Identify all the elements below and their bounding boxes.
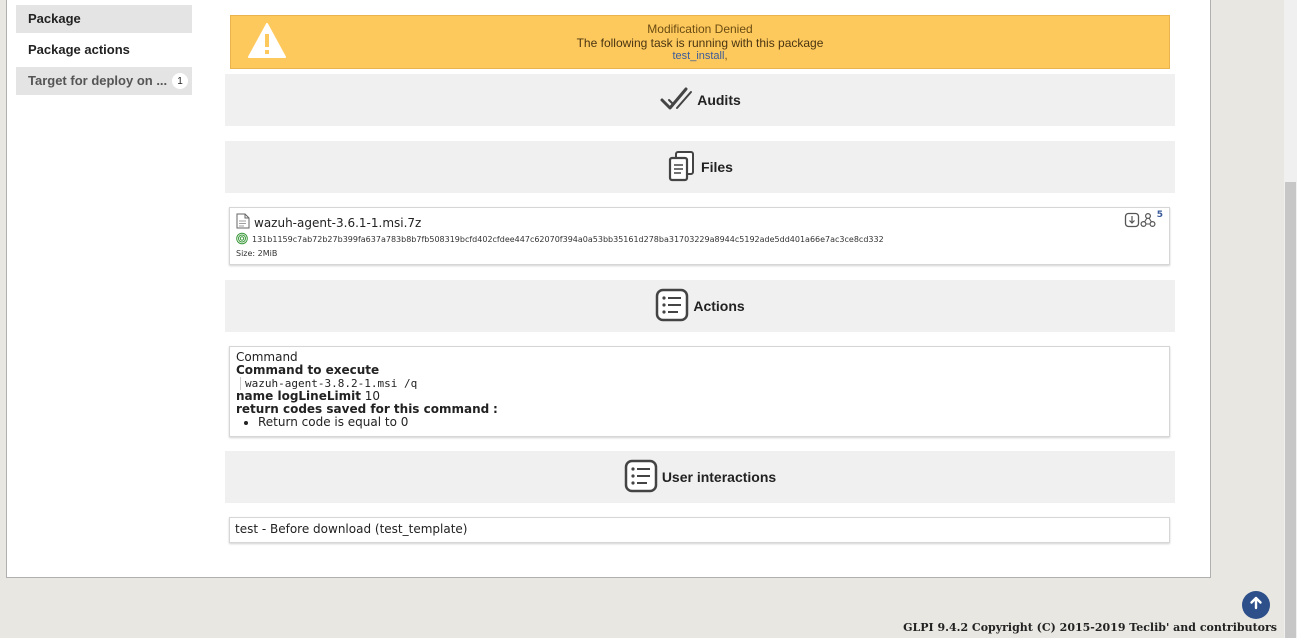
file-name: wazuh-agent-3.6.1-1.msi.7z <box>254 215 422 230</box>
file-hash-row: 131b1159c7ab72b27b399fa637a783b8b7fb5083… <box>236 232 884 247</box>
section-audits[interactable]: Audits <box>225 74 1175 126</box>
return-codes-colon: : <box>493 402 498 416</box>
page-scrollbar-thumb[interactable] <box>1285 182 1296 638</box>
tab-target-for-deploy[interactable]: Target for deploy on ... 1 <box>16 67 192 95</box>
list-icon <box>655 288 693 325</box>
section-user-interactions-title: User interactions <box>661 469 777 485</box>
section-actions-title: Actions <box>693 298 745 314</box>
arrow-up-icon <box>1248 595 1264 615</box>
file-size: Size: 2MiB <box>236 249 278 258</box>
user-interaction-text: test - Before download (test_template) <box>235 522 468 536</box>
log-line-limit-label: name logLineLimit <box>236 389 361 403</box>
banner-task-line: test_install, <box>231 50 1169 62</box>
return-codes-list: Return code is equal to 0 <box>236 416 1163 429</box>
tab-package-actions-label: Package actions <box>28 42 130 57</box>
section-files-title: Files <box>701 159 733 175</box>
task-link[interactable]: test_install <box>672 50 724 62</box>
log-line-limit-value: 10 <box>364 389 381 403</box>
tab-package-label: Package <box>28 11 81 26</box>
section-files[interactable]: Files <box>225 141 1175 193</box>
files-copy-icon <box>667 150 701 185</box>
mirror-count: 5 <box>1156 210 1163 220</box>
command-label: Command to execute <box>236 363 380 377</box>
tab-package[interactable]: Package <box>16 5 192 33</box>
file-icon <box>236 213 254 232</box>
check-double-icon <box>659 84 697 117</box>
upload-to-mirror-icon[interactable] <box>1124 212 1140 232</box>
section-audits-title: Audits <box>697 92 741 108</box>
list-item: Return code is equal to 0 <box>258 416 1163 429</box>
banner-message: The following task is running with this … <box>576 36 824 50</box>
target-count-badge: 1 <box>172 73 188 89</box>
user-interaction-card[interactable]: test - Before download (test_template) <box>229 517 1170 543</box>
return-codes-label: return codes saved for this command <box>236 402 490 416</box>
file-tools: 5 <box>1124 210 1163 232</box>
file-name-row: wazuh-agent-3.6.1-1.msi.7z <box>236 213 421 232</box>
tab-package-actions[interactable]: Package actions <box>16 36 192 64</box>
file-card[interactable]: wazuh-agent-3.6.1-1.msi.7z 131b1159c7ab7… <box>229 207 1170 265</box>
section-actions[interactable]: Actions <box>225 280 1175 332</box>
p2p-share-icon[interactable] <box>1140 212 1156 232</box>
fingerprint-icon <box>236 232 252 247</box>
scroll-to-top-button[interactable] <box>1242 591 1270 619</box>
list-icon <box>624 459 662 496</box>
tab-target-label: Target for deploy on ... <box>28 73 168 88</box>
section-user-interactions[interactable]: User interactions <box>225 451 1175 503</box>
file-sha512: 131b1159c7ab72b27b399fa637a783b8b7fb5083… <box>252 235 884 244</box>
banner-title: Modification Denied <box>647 22 753 36</box>
footer-copyright: GLPI 9.4.2 Copyright (C) 2015-2019 Tecli… <box>903 621 1277 634</box>
action-card[interactable]: Command Command to execute wazuh-agent-3… <box>229 346 1170 437</box>
modification-denied-banner: Modification Denied The following task i… <box>230 15 1170 69</box>
task-suffix: , <box>724 50 728 62</box>
